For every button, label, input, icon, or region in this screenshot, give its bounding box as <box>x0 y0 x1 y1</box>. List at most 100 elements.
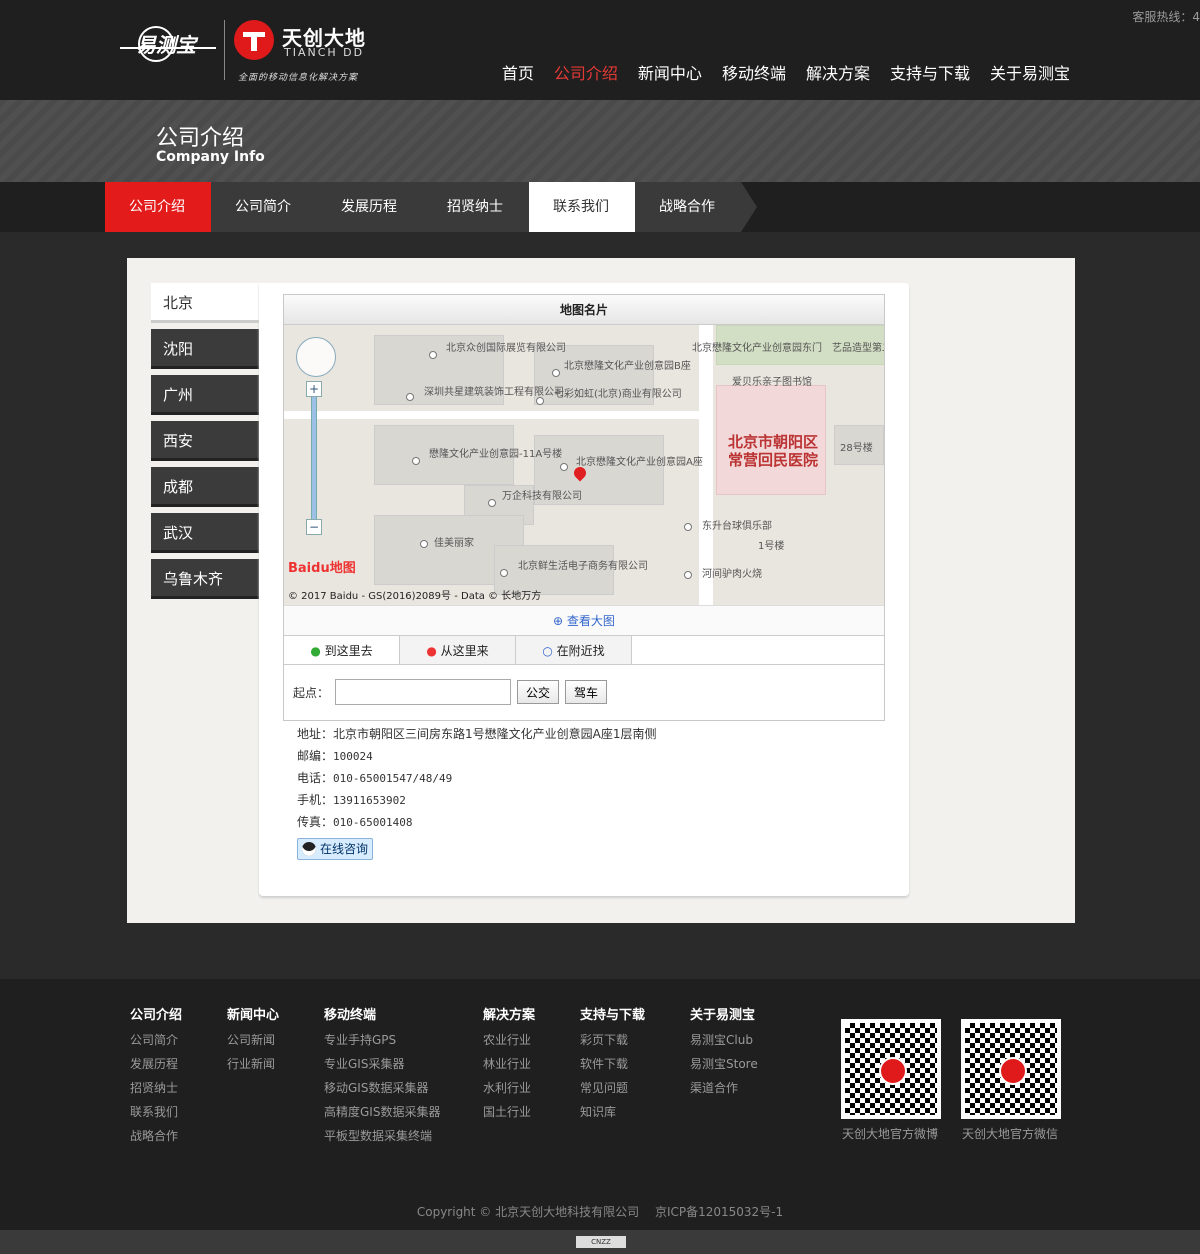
footer-link[interactable]: 国土行业 <box>483 1100 535 1124</box>
footer-link[interactable]: 联系我们 <box>130 1100 182 1124</box>
footer-link[interactable]: 平板型数据采集终端 <box>324 1124 440 1148</box>
nav-news[interactable]: 新闻中心 <box>638 60 702 84</box>
city-shenyang[interactable]: 沈阳 <box>151 329 259 369</box>
bus-button[interactable]: 公交 <box>517 680 560 704</box>
footer-link[interactable]: 高精度GIS数据采集器 <box>324 1100 440 1124</box>
start-input[interactable] <box>335 679 512 705</box>
footer-link[interactable]: 公司新闻 <box>227 1028 279 1052</box>
map-poi[interactable]: 佳美丽家 <box>434 538 474 550</box>
footer-link[interactable]: 林业行业 <box>483 1052 535 1076</box>
subnav-history[interactable]: 发展历程 <box>317 182 439 232</box>
search-icon: ○ <box>542 644 557 658</box>
baidu-logo[interactable]: Baidu地图 <box>288 557 356 576</box>
footer-link[interactable]: 招贤纳士 <box>130 1076 182 1100</box>
map-zoom-in-button[interactable]: + <box>306 381 322 397</box>
footer-link[interactable]: 水利行业 <box>483 1076 535 1100</box>
footer-heading[interactable]: 公司介绍 <box>130 1004 182 1028</box>
map-poi[interactable]: 懋隆文化产业创意园-11A号楼 <box>429 449 562 461</box>
sub-nav: 公司介绍 公司简介 发展历程 招贤纳士 联系我们 战略合作 <box>0 182 1200 232</box>
map-poi[interactable]: 北京懋隆文化产业创意园B座 <box>564 361 691 373</box>
city-urumqi[interactable]: 乌鲁木齐 <box>151 559 259 599</box>
footer-link[interactable]: 移动GIS数据采集器 <box>324 1076 440 1100</box>
footer-heading[interactable]: 关于易测宝 <box>690 1004 758 1028</box>
city-chengdu[interactable]: 成都 <box>151 467 259 507</box>
subnav-company-profile[interactable]: 公司简介 <box>211 182 333 232</box>
baidu-map[interactable]: 北京众创国际展览有限公司 北京懋隆文化产业创意园B座 北京懋隆文化产业创意园东门… <box>284 325 884 605</box>
footer-link[interactable]: 软件下载 <box>580 1052 645 1076</box>
svg-text:易测宝: 易测宝 <box>136 33 199 57</box>
subnav-contact[interactable]: 联系我们 <box>529 182 651 232</box>
mobile-value: 13911653902 <box>333 794 406 807</box>
view-large-map-link[interactable]: ⊕ 查看大图 <box>284 605 884 635</box>
address-label: 地址： <box>297 727 334 741</box>
footer-heading[interactable]: 移动终端 <box>324 1004 440 1028</box>
tianchuang-logo-icon[interactable] <box>234 20 274 60</box>
map-poi[interactable]: 万企科技有限公司 <box>502 491 582 503</box>
nav-mobile-terminal[interactable]: 移动终端 <box>722 60 786 84</box>
map-poi[interactable]: 七彩如虹(北京)商业有限公司 <box>554 389 682 401</box>
contact-info: 地址：北京市朝阳区三间房东路1号懋隆文化产业创意园A座1层南侧 邮编：10002… <box>297 723 657 860</box>
fax-value: 010-65001408 <box>333 816 413 829</box>
nav-about[interactable]: 关于易测宝 <box>990 60 1070 84</box>
zip-label: 邮编： <box>297 749 334 763</box>
tab-go-here[interactable]: ● 到这里去 <box>284 636 400 664</box>
address-row: 地址：北京市朝阳区三间房东路1号懋隆文化产业创意园A座1层南侧 <box>297 723 657 745</box>
footer-link[interactable]: 专业手持GPS <box>324 1028 440 1052</box>
footer-link[interactable]: 易测宝Club <box>690 1028 758 1052</box>
nav-company[interactable]: 公司介绍 <box>554 60 618 84</box>
map-poi[interactable]: 东升台球俱乐部 <box>702 521 772 533</box>
qq-online-consult-button[interactable]: 在线咨询 <box>297 838 374 860</box>
footer-heading[interactable]: 支持与下载 <box>580 1004 645 1028</box>
footer-link[interactable]: 专业GIS采集器 <box>324 1052 440 1076</box>
footer-link[interactable]: 彩页下载 <box>580 1028 645 1052</box>
map-poi[interactable]: 北京众创国际展览有限公司 <box>446 343 566 355</box>
subnav-partners[interactable]: 战略合作 <box>635 182 757 232</box>
start-label: 起点： <box>293 685 330 700</box>
footer-link[interactable]: 农业行业 <box>483 1028 535 1052</box>
map-poi[interactable]: 艺品造型第二分店 <box>832 343 884 355</box>
nav-support-download[interactable]: 支持与下载 <box>890 60 970 84</box>
footer-link[interactable]: 行业新闻 <box>227 1052 279 1076</box>
logo-slogan: 全面的移动信息化解决方案 <box>238 73 359 83</box>
map-pan-control[interactable] <box>296 337 336 377</box>
yicebao-logo[interactable]: 易测宝 <box>118 22 218 66</box>
footer-link[interactable]: 公司简介 <box>130 1028 182 1052</box>
tab-from-here[interactable]: ● 从这里来 <box>400 636 516 664</box>
city-guangzhou[interactable]: 广州 <box>151 375 259 415</box>
cnzz-stats-badge[interactable]: CNZZ <box>576 1236 626 1248</box>
subnav-careers[interactable]: 招贤纳士 <box>423 182 545 232</box>
nav-solutions[interactable]: 解决方案 <box>806 60 870 84</box>
weibo-qr-code <box>841 1019 941 1119</box>
city-wuhan[interactable]: 武汉 <box>151 513 259 553</box>
weibo-qr-caption: 天创大地官方微博 <box>842 1127 939 1141</box>
drive-button[interactable]: 驾车 <box>565 680 608 704</box>
address-value: 北京市朝阳区三间房东路1号懋隆文化产业创意园A座1层南侧 <box>333 727 657 741</box>
map-poi[interactable]: 爱贝乐亲子图书馆 <box>732 377 812 389</box>
footer-link[interactable]: 战略合作 <box>130 1124 182 1148</box>
footer-link[interactable]: 渠道合作 <box>690 1076 758 1100</box>
footer-link[interactable]: 发展历程 <box>130 1052 182 1076</box>
map-zoom-out-button[interactable]: − <box>306 519 322 535</box>
tab-nearby-label: 在附近找 <box>556 644 605 658</box>
tab-go-here-label: 到这里去 <box>324 644 373 658</box>
map-zoom-slider[interactable] <box>311 385 317 535</box>
nav-home[interactable]: 首页 <box>502 60 534 84</box>
subnav-company-intro[interactable]: 公司介绍 <box>105 182 227 232</box>
map-poi[interactable]: 北京鲜生活电子商务有限公司 <box>518 561 648 573</box>
footer-link[interactable]: 常见问题 <box>580 1076 645 1100</box>
zoom-icon: ⊕ <box>553 614 567 628</box>
footer-link[interactable]: 易测宝Store <box>690 1052 758 1076</box>
map-poi[interactable]: 北京懋隆文化产业创意园东门 <box>692 343 822 355</box>
tab-nearby[interactable]: ○ 在附近找 <box>516 636 632 664</box>
map-poi[interactable]: 深圳共星建筑装饰工程有限公司 <box>424 387 564 399</box>
city-xian[interactable]: 西安 <box>151 421 259 461</box>
wechat-qr-caption: 天创大地官方微信 <box>962 1127 1059 1141</box>
city-beijing[interactable]: 北京 <box>151 283 259 323</box>
site-footer: 公司介绍 公司简介 发展历程 招贤纳士 联系我们 战略合作 新闻中心 公司新闻 … <box>0 979 1200 1230</box>
site-header: 客服热线：4 易测宝 天创大地 TIANCH DD 全面的移动信息化解决方案 首… <box>0 0 1200 100</box>
map-poi[interactable]: 北京懋隆文化产业创意园A座 <box>576 457 703 469</box>
footer-heading[interactable]: 解决方案 <box>483 1004 535 1028</box>
footer-link[interactable]: 知识库 <box>580 1100 645 1124</box>
footer-heading[interactable]: 新闻中心 <box>227 1004 279 1028</box>
map-poi[interactable]: 河间驴肉火烧 <box>702 569 762 581</box>
